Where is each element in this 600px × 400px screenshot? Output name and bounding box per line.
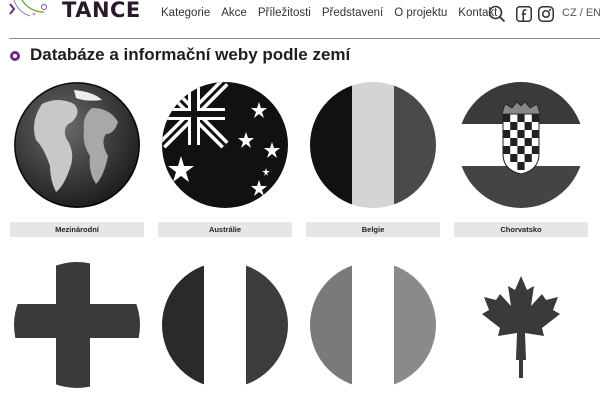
tricolor-flag-icon[interactable] (162, 262, 288, 388)
nav-item-predstaveni[interactable]: Představení (322, 7, 383, 19)
tricolor-flag-icon[interactable] (310, 262, 436, 388)
instagram-icon[interactable] (538, 6, 554, 22)
country-label[interactable]: Chorvatsko (454, 222, 588, 237)
croatia-flag-icon[interactable] (458, 82, 584, 208)
language-switcher[interactable]: CZ / EN (562, 7, 600, 19)
logo-text[interactable]: TANCE (62, 0, 141, 22)
australia-flag-icon[interactable] (162, 82, 288, 208)
country-label[interactable]: Austrálie (158, 222, 292, 237)
logo-graphic (0, 0, 60, 22)
maple-leaf-flag-icon[interactable] (458, 262, 584, 388)
globe-icon[interactable] (14, 82, 140, 208)
page-title: Databáze a informační weby podle zemí (30, 45, 351, 64)
nav-item-kategorie[interactable]: Kategorie (161, 7, 210, 19)
facebook-icon[interactable] (516, 6, 532, 22)
nav-item-o-projektu[interactable]: O projektu (394, 7, 447, 19)
cross-flag-icon[interactable] (14, 262, 140, 388)
nav-item-akce[interactable]: Akce (221, 7, 247, 19)
main-nav: Kategorie Akce Příležitosti Představení … (161, 7, 508, 19)
header-divider (9, 38, 600, 39)
belgium-flag-icon[interactable] (310, 82, 436, 208)
title-bullet-icon (10, 51, 20, 61)
nav-item-prilezitosti[interactable]: Příležitosti (258, 7, 311, 19)
country-label[interactable]: Mezinárodní (10, 222, 144, 237)
country-label[interactable]: Belgie (306, 222, 440, 237)
search-icon[interactable] (488, 5, 506, 23)
header-icons (488, 5, 554, 23)
